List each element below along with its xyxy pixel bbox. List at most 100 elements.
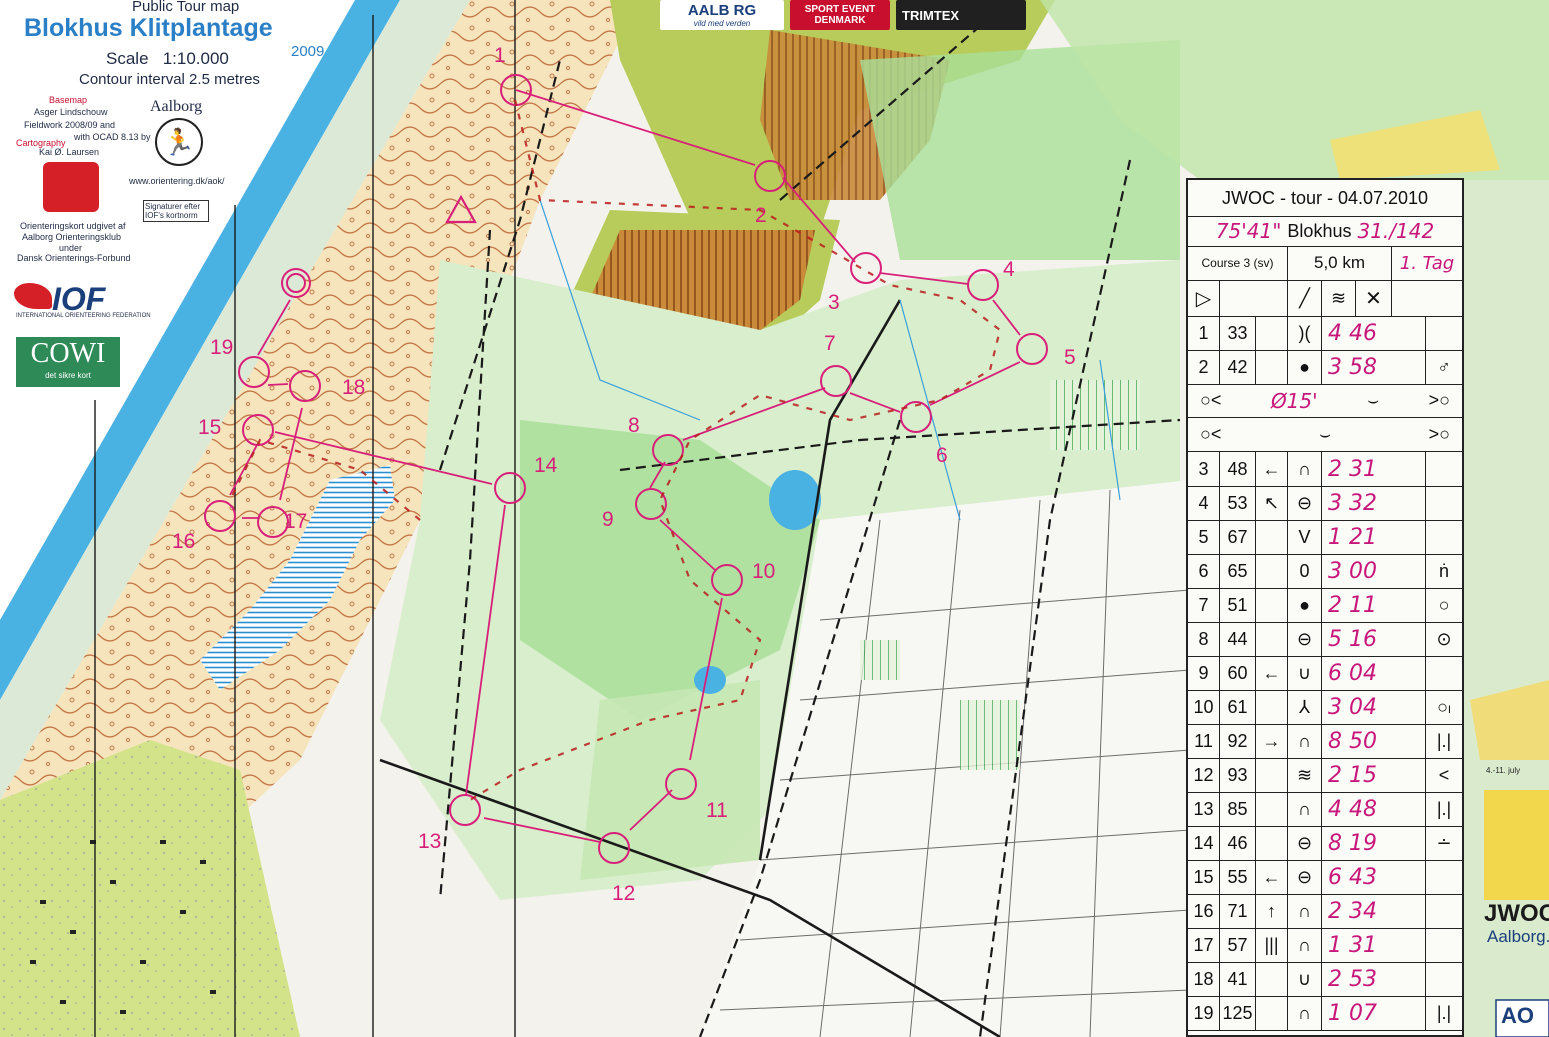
control-direction <box>1256 316 1288 350</box>
sponsor-sport-event: SPORT EVENT DENMARK <box>790 0 890 30</box>
control-feature: ∩ <box>1288 792 1322 826</box>
card-control-row: 4 53 ↖ ⊖ 3 32 <box>1188 486 1462 521</box>
control-code: 65 <box>1220 554 1256 588</box>
split-time: 1 21 <box>1322 520 1426 554</box>
event-location: Blokhus <box>1287 220 1352 241</box>
aoc-logo: AO <box>1501 1003 1534 1028</box>
control-code: 71 <box>1220 894 1256 928</box>
control-number: 15 <box>1188 860 1220 894</box>
control-feature: ∩ <box>1288 928 1322 962</box>
day-note: 1. Tag <box>1399 252 1455 274</box>
split-time: 6 43 <box>1322 860 1426 894</box>
control-extra <box>1426 486 1462 520</box>
sponsor-sport-event-label: SPORT EVENT DENMARK <box>804 4 876 26</box>
split-time: 1 31 <box>1322 928 1426 962</box>
interval-distance: Ø15' <box>1270 388 1318 413</box>
contour-interval: Contour interval 2.5 metres <box>79 71 260 88</box>
placement: 31./142 <box>1357 219 1435 243</box>
control-direction: ↖ <box>1256 486 1288 520</box>
sponsor-aalborg-label: AALB RG <box>687 2 757 19</box>
control-description-card: JWOC - tour - 04.07.2010 75'41" Blokhus … <box>1186 178 1464 1037</box>
control-direction: ← <box>1256 656 1288 690</box>
interval-end-icon: >○ <box>1428 390 1450 410</box>
signatures-note: Signaturer efter IOF's kortnorm <box>143 200 209 222</box>
runner-logo-icon: 🏃 <box>155 118 203 166</box>
start-blank-1 <box>1220 280 1288 316</box>
control-code: 61 <box>1220 690 1256 724</box>
publisher-line-3: under <box>59 243 83 253</box>
control-number: 11 <box>1188 724 1220 758</box>
control-feature: ∩ <box>1288 894 1322 928</box>
control-extra: ṅ <box>1438 560 1449 581</box>
split-time: 2 31 <box>1322 452 1426 486</box>
card-control-row: 13 85 ∩ 4 48 |.| <box>1188 792 1462 827</box>
interval-bracket-icon: ⌣ <box>1367 390 1380 410</box>
control-feature: V <box>1288 520 1322 554</box>
ocad: with OCAD 8.13 by <box>74 132 151 142</box>
publisher-line-1: Orienteringskort udgivet af <box>20 221 126 231</box>
card-title: JWOC - tour - 04.07.2010 <box>1221 187 1429 208</box>
control-feature: )( <box>1288 316 1322 350</box>
control-number: 16 <box>1188 894 1220 928</box>
control-code: 57 <box>1220 928 1256 962</box>
control-code: 92 <box>1220 724 1256 758</box>
sponsor-trimtex: TRIMTEX <box>896 0 1026 30</box>
card-control-row: 1 33)(4 46 <box>1188 316 1462 351</box>
control-number: 2 <box>1188 350 1220 384</box>
start-blank-2 <box>1392 280 1462 316</box>
control-direction <box>1256 690 1288 724</box>
control-direction <box>1256 554 1288 588</box>
control-number: 10 <box>1188 690 1220 724</box>
control-direction: ← <box>1256 452 1288 486</box>
control-label: 9 <box>602 508 614 531</box>
control-feature: ● <box>1288 350 1322 384</box>
card-start-row: ▷ ╱ ≋ ✕ <box>1188 280 1462 317</box>
control-direction <box>1256 758 1288 792</box>
card-control-row: 9 60 ← ∪ 6 04 <box>1188 656 1462 691</box>
control-extra: ○ₗ <box>1437 696 1451 717</box>
map-type: Public Tour map <box>132 0 240 15</box>
control-label: 17 <box>284 510 307 533</box>
card-control-row: 5 67 V 1 21 <box>1188 520 1462 555</box>
cowi-name: COWI <box>30 338 106 369</box>
control-direction <box>1256 962 1288 996</box>
map-title: Blokhus Klitplantage <box>24 14 273 42</box>
legend-cross-icon: ✕ <box>1356 280 1392 316</box>
split-time: 2 11 <box>1322 588 1426 622</box>
iof-fullname: INTERNATIONAL ORIENTEERING FEDERATION <box>16 313 151 319</box>
control-label: 8 <box>628 414 640 437</box>
card-control-row: 15 55 ← ⊖ 6 43 <box>1188 860 1462 895</box>
control-label: 16 <box>172 530 195 553</box>
fieldwork: Fieldwork 2008/09 and <box>24 120 116 130</box>
map-year: 2009 <box>291 43 325 60</box>
control-label: 1 <box>494 44 506 67</box>
card-control-row: 7 51 ● 2 11 ○ <box>1188 588 1462 623</box>
event-dates: 4.-11. july <box>1486 766 1521 775</box>
control-number: 12 <box>1188 758 1220 792</box>
control-label: 15 <box>198 416 221 439</box>
basemap-name: Asger Lindschouw <box>34 107 108 117</box>
control-extra <box>1426 520 1462 554</box>
control-extra <box>1426 452 1462 486</box>
card-title-row: JWOC - tour - 04.07.2010 <box>1188 180 1462 217</box>
control-number: 4 <box>1188 486 1220 520</box>
control-extra <box>1426 962 1462 996</box>
control-feature: ∪ <box>1288 962 1322 996</box>
control-code: 44 <box>1220 622 1256 656</box>
split-time: 2 34 <box>1322 894 1426 928</box>
control-code: 48 <box>1220 452 1256 486</box>
control-number: 6 <box>1188 554 1220 588</box>
legend-marsh-icon: ≋ <box>1322 280 1356 316</box>
control-number: 18 <box>1188 962 1220 996</box>
control-extra: |.| <box>1436 1002 1452 1023</box>
control-code: 93 <box>1220 758 1256 792</box>
control-label: 11 <box>706 799 728 822</box>
control-number: 7 <box>1188 588 1220 622</box>
control-extra: ♂ <box>1437 356 1451 377</box>
split-time: 4 46 <box>1322 316 1426 350</box>
control-direction <box>1256 792 1288 826</box>
control-feature: ∩ <box>1288 724 1322 758</box>
control-number: 17 <box>1188 928 1220 962</box>
card-control-row: 17 57 ||| ∩ 1 31 <box>1188 928 1462 963</box>
control-label: 18 <box>342 376 365 399</box>
